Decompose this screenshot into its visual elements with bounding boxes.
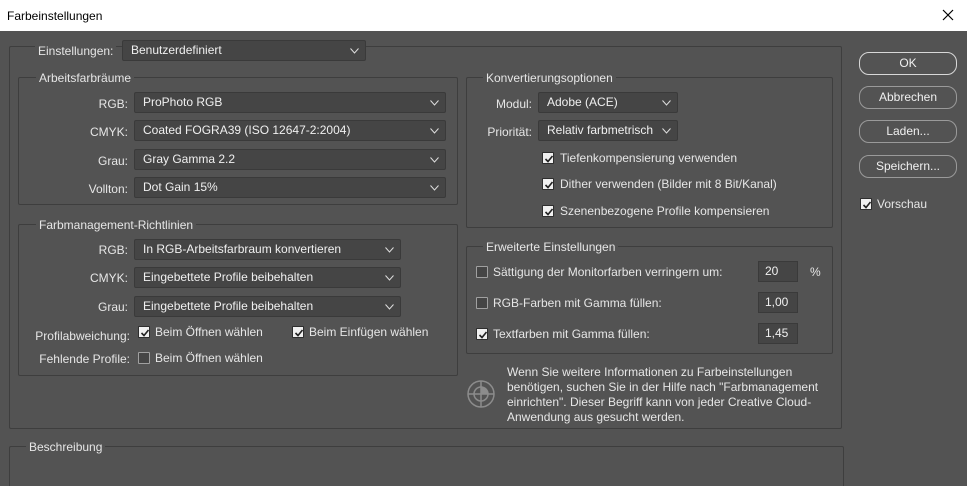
workspace-rgb-value: ProPhoto RGB — [143, 95, 223, 109]
settings-label: Einstellungen: — [35, 44, 117, 58]
workspace-spot-value: Dot Gain 15% — [143, 180, 218, 194]
engine-dropdown[interactable]: Adobe (ACE) — [538, 92, 678, 113]
checkmark-icon — [478, 331, 488, 339]
dither-checkbox[interactable] — [542, 178, 554, 190]
profile-mismatch-label: Profilabweichung: — [35, 329, 130, 343]
bpc-label: Tiefenkompensierung verwenden — [560, 151, 737, 165]
policy-gray-value: Eingebettete Profile beibehalten — [143, 299, 314, 313]
policy-cmyk-label: CMYK: — [89, 271, 128, 285]
workspace-cmyk-label: CMYK: — [89, 125, 128, 139]
chevron-down-icon — [430, 100, 439, 106]
policy-rgb-value: In RGB-Arbeitsfarbraum konvertieren — [143, 242, 342, 256]
cancel-button[interactable]: Abbrechen — [859, 86, 957, 109]
policy-rgb-dropdown[interactable]: In RGB-Arbeitsfarbraum konvertieren — [134, 239, 401, 260]
engine-value: Adobe (ACE) — [547, 95, 618, 109]
description-legend: Beschreibung — [26, 440, 106, 454]
blend-text-input[interactable]: 1,45 — [758, 323, 798, 344]
preview-label: Vorschau — [877, 197, 928, 211]
policies-legend: Farbmanagement-Richtlinien — [36, 218, 197, 232]
policy-gray-label: Grau: — [97, 300, 128, 314]
blend-rgb-label: RGB-Farben mit Gamma füllen: — [493, 296, 662, 310]
desaturate-checkbox[interactable] — [476, 266, 488, 278]
settings-dropdown[interactable]: Benutzerdefiniert — [122, 40, 366, 61]
color-management-icon — [467, 380, 495, 408]
intent-dropdown[interactable]: Relativ farbmetrisch — [538, 120, 678, 141]
workspace-gray-value: Gray Gamma 2.2 — [143, 152, 236, 166]
checkmark-icon — [544, 208, 554, 216]
blend-rgb-input[interactable]: 1,00 — [758, 292, 798, 313]
workspace-rgb-dropdown[interactable]: ProPhoto RGB — [134, 92, 446, 113]
blend-rgb-checkbox[interactable] — [476, 297, 488, 309]
bpc-checkbox[interactable] — [542, 152, 554, 164]
intent-label: Priorität: — [487, 125, 532, 139]
policy-rgb-label: RGB: — [98, 243, 128, 257]
checkmark-icon — [544, 155, 554, 163]
missing-open-checkbox[interactable] — [138, 352, 150, 364]
workspace-cmyk-value: Coated FOGRA39 (ISO 12647-2:2004) — [143, 123, 351, 137]
info-line: Anwendung aus gesucht werden. — [507, 410, 685, 424]
window-title: Farbeinstellungen — [7, 9, 103, 23]
chevron-down-icon — [662, 128, 671, 134]
chevron-down-icon — [385, 275, 394, 281]
conversion-legend: Konvertierungsoptionen — [483, 71, 616, 85]
workspace-gray-dropdown[interactable]: Gray Gamma 2.2 — [134, 149, 446, 170]
engine-label: Modul: — [495, 97, 532, 111]
chevron-down-icon — [385, 247, 394, 253]
workspace-rgb-label: RGB: — [98, 97, 128, 111]
save-button[interactable]: Speichern... — [859, 155, 957, 178]
settings-value: Benutzerdefiniert — [131, 43, 222, 57]
mismatch-paste-label: Beim Einfügen wählen — [309, 325, 429, 339]
chevron-down-icon — [662, 100, 671, 106]
intent-value: Relativ farbmetrisch — [547, 123, 654, 137]
desaturate-input[interactable]: 20 — [758, 261, 798, 282]
mismatch-paste-checkbox[interactable] — [292, 326, 304, 338]
chevron-down-icon — [430, 185, 439, 191]
missing-profiles-label: Fehlende Profile: — [39, 352, 130, 366]
chevron-down-icon — [430, 128, 439, 134]
policy-gray-dropdown[interactable]: Eingebettete Profile beibehalten — [134, 296, 401, 317]
mismatch-open-label: Beim Öffnen wählen — [155, 325, 263, 339]
chevron-down-icon — [350, 48, 359, 54]
info-line: einrichten". Dieser Begriff kann von jed… — [507, 395, 812, 409]
ok-button[interactable]: OK — [859, 52, 957, 75]
preview-checkbox[interactable] — [860, 198, 872, 210]
dither-label: Dither verwenden (Bilder mit 8 Bit/Kanal… — [560, 177, 777, 191]
advanced-legend: Erweiterte Einstellungen — [483, 240, 619, 254]
info-line: benötigen, suchen Sie in der Hilfe nach … — [507, 380, 819, 394]
checkmark-icon — [544, 181, 554, 189]
checkmark-icon — [294, 329, 304, 337]
policy-cmyk-value: Eingebettete Profile beibehalten — [143, 270, 314, 284]
desaturate-label: Sättigung der Monitorfarben verringern u… — [493, 265, 723, 279]
workspace-spot-dropdown[interactable]: Dot Gain 15% — [134, 177, 446, 198]
policy-cmyk-dropdown[interactable]: Eingebettete Profile beibehalten — [134, 267, 401, 288]
workspace-cmyk-dropdown[interactable]: Coated FOGRA39 (ISO 12647-2:2004) — [134, 120, 446, 141]
checkmark-icon — [862, 201, 872, 209]
checkmark-icon — [140, 329, 150, 337]
info-text: Wenn Sie weitere Informationen zu Farbei… — [507, 365, 818, 425]
mismatch-open-checkbox[interactable] — [138, 326, 150, 338]
chevron-down-icon — [430, 157, 439, 163]
scene-profiles-label: Szenenbezogene Profile kompensieren — [560, 204, 770, 218]
description-group — [9, 446, 844, 486]
close-icon — [942, 9, 954, 21]
chevron-down-icon — [385, 304, 394, 310]
info-line: Wenn Sie weitere Informationen zu Farbei… — [507, 365, 793, 379]
workspace-spot-label: Vollton: — [88, 182, 128, 196]
blend-text-label: Textfarben mit Gamma füllen: — [493, 327, 650, 341]
scene-profiles-checkbox[interactable] — [542, 205, 554, 217]
load-button[interactable]: Laden... — [859, 120, 957, 143]
desaturate-unit: % — [810, 265, 821, 279]
blend-text-checkbox[interactable] — [476, 328, 488, 340]
workspace-gray-label: Grau: — [97, 154, 128, 168]
title-bar: Farbeinstellungen — [0, 0, 967, 31]
missing-open-label: Beim Öffnen wählen — [155, 351, 263, 365]
close-button[interactable] — [937, 4, 959, 26]
workspaces-legend: Arbeitsfarbräume — [36, 71, 135, 85]
